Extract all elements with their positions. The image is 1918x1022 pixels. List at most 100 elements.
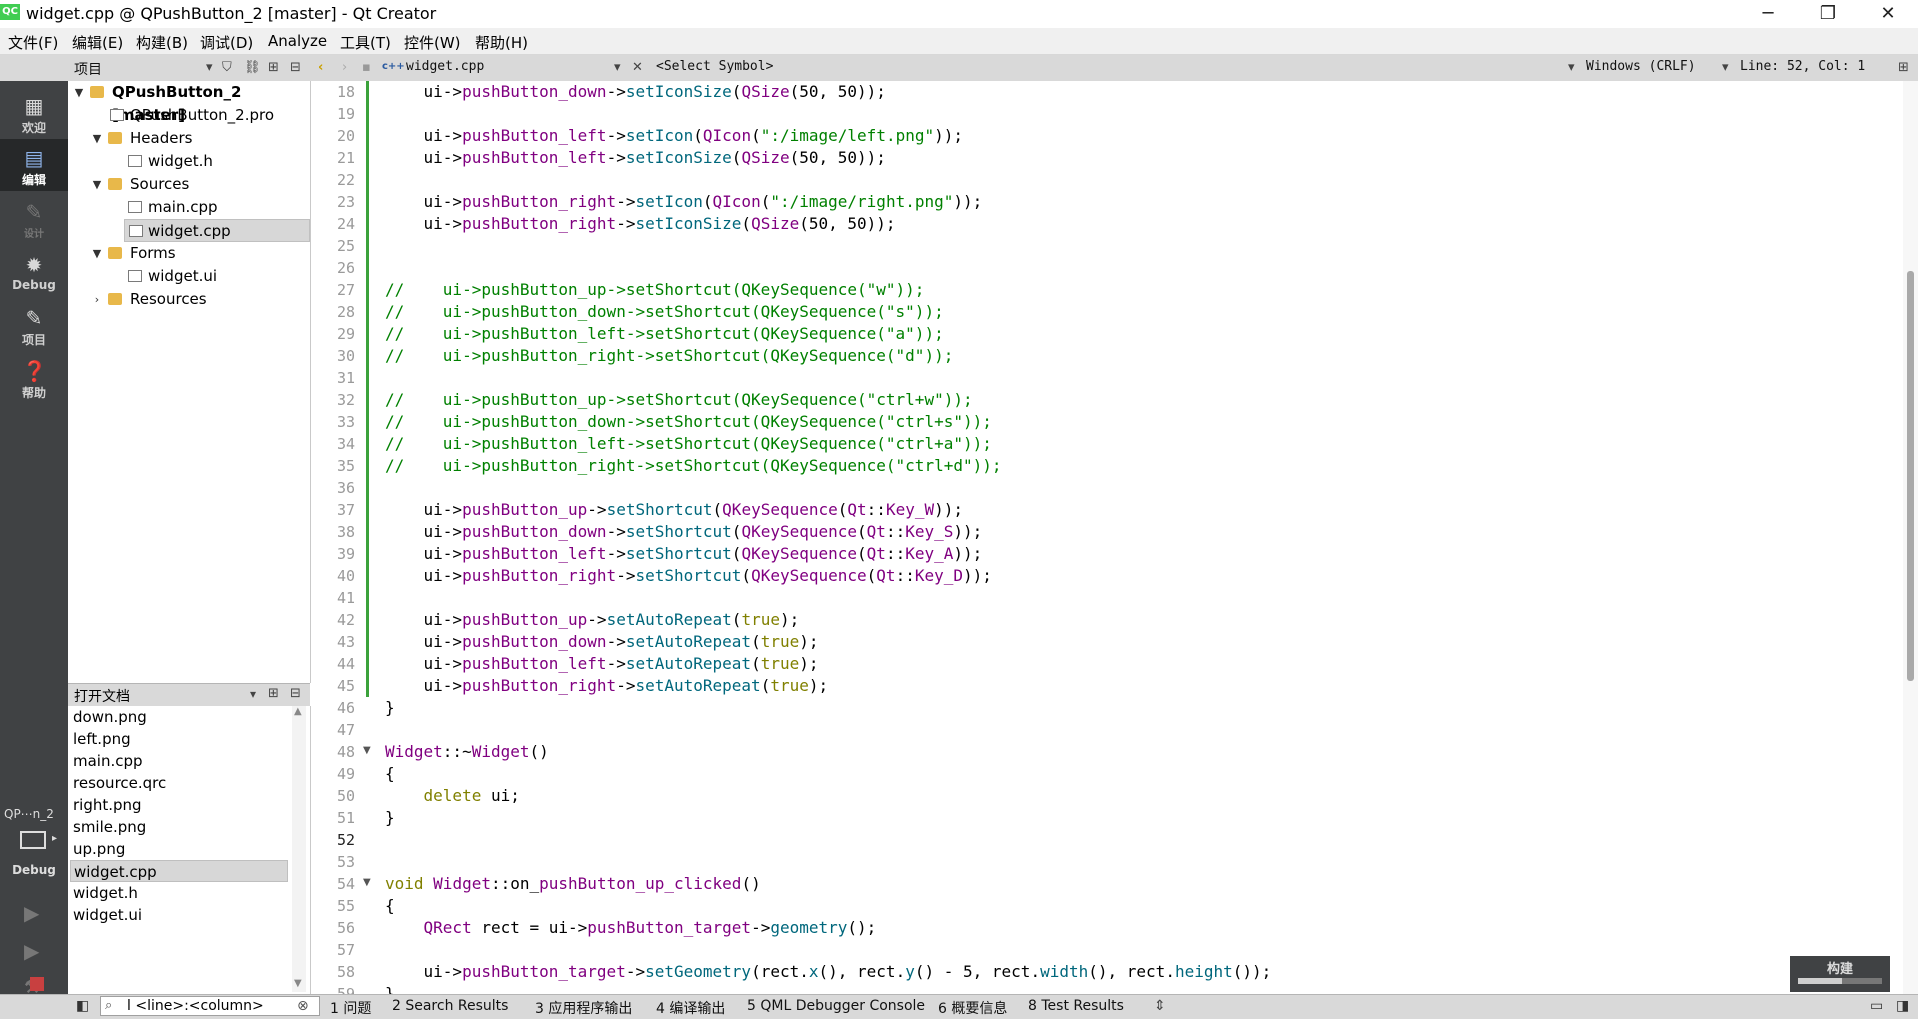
split-editor-icon[interactable]: ⊞ — [1898, 60, 1909, 75]
stop-icon[interactable] — [30, 977, 44, 991]
code-line[interactable]: } — [385, 983, 395, 994]
open-doc-item[interactable]: main.cpp — [70, 750, 288, 772]
close-pane-icon[interactable]: ⊟ — [290, 686, 301, 701]
minimize-button[interactable]: ─ — [1740, 0, 1796, 28]
menu-analyze[interactable]: Analyze — [268, 32, 327, 50]
open-doc-item[interactable]: widget.ui — [70, 904, 288, 926]
code-line[interactable]: // ui->pushButton_left->setShortcut(QKey… — [385, 433, 992, 455]
filter-icon[interactable]: ⛉ — [222, 60, 232, 75]
run-icon[interactable]: ▶ — [24, 901, 39, 925]
tab-search-results[interactable]: 2 Search Results — [392, 998, 508, 1014]
line-ending-combo[interactable]: Windows (CRLF) — [1586, 59, 1696, 74]
encoding-dropdown-icon[interactable]: ▾ — [1722, 60, 1729, 75]
project-view-selector[interactable]: 项目 — [74, 59, 102, 79]
close-button[interactable]: ✕ — [1860, 0, 1916, 28]
tab-compile-output[interactable]: 4 编译输出 — [656, 998, 725, 1018]
code-line[interactable]: ui->pushButton_right->setShortcut(QKeySe… — [385, 565, 992, 587]
tree-item-forms[interactable]: ▼ Forms — [68, 242, 310, 265]
code-line[interactable]: QRect rect = ui->pushButton_target->geom… — [385, 917, 877, 939]
menu-file[interactable]: 文件(F) — [8, 32, 58, 53]
tab-qml-debugger-console[interactable]: 5 QML Debugger Console — [747, 998, 925, 1014]
code-line[interactable]: ui->pushButton_down->setShortcut(QKeySeq… — [385, 521, 983, 543]
progress-details-icon[interactable]: ▭ — [1870, 998, 1883, 1014]
menu-controls[interactable]: 控件(W) — [404, 32, 461, 53]
open-doc-item[interactable]: smile.png — [70, 816, 288, 838]
menu-build[interactable]: 构建(B) — [136, 32, 188, 53]
menu-edit[interactable]: 编辑(E) — [72, 32, 123, 53]
fold-marker-icon[interactable]: ▼ — [363, 877, 371, 888]
code-line[interactable]: ui->pushButton_target->setGeometry(rect.… — [385, 961, 1272, 983]
code-line[interactable]: delete ui; — [385, 785, 520, 807]
tree-item-widget-h[interactable]: widget.h — [68, 150, 310, 173]
code-editor[interactable]: ui->pushButton_down->setIconSize(QSize(5… — [371, 81, 1903, 994]
code-line[interactable]: { — [385, 895, 395, 917]
editor-vertical-scrollbar[interactable] — [1903, 81, 1918, 994]
expand-arrow-icon[interactable]: ▼ — [72, 81, 86, 104]
tab-issues[interactable]: 1 问题 — [330, 998, 371, 1018]
code-line[interactable]: // ui->pushButton_left->setShortcut(QKey… — [385, 323, 944, 345]
split-icon[interactable]: ⊞ — [268, 686, 279, 701]
tree-item-widget-ui[interactable]: widget.ui — [68, 265, 310, 288]
fold-marker-icon[interactable]: ▼ — [363, 745, 371, 756]
forward-icon[interactable]: › — [342, 60, 347, 75]
open-doc-item[interactable]: down.png — [70, 706, 288, 728]
mode-design[interactable]: ✎ 设计 — [0, 193, 68, 245]
kit-dropdown-icon[interactable]: ▸ — [52, 833, 57, 844]
tree-item-headers[interactable]: ▼ Headers — [68, 127, 310, 150]
code-line[interactable]: // ui->pushButton_down->setShortcut(QKey… — [385, 411, 992, 433]
monitor-icon[interactable] — [20, 831, 46, 849]
tree-item-resources[interactable]: › Resources — [68, 288, 310, 311]
close-pane-icon[interactable]: ⊟ — [290, 60, 301, 75]
tab-application-output[interactable]: 3 应用程序输出 — [535, 998, 632, 1018]
code-line[interactable]: // ui->pushButton_up->setShortcut(QKeySe… — [385, 389, 973, 411]
mode-debug[interactable]: ✹ Debug — [0, 246, 68, 298]
code-line[interactable]: // ui->pushButton_down->setShortcut(QKey… — [385, 301, 944, 323]
code-line[interactable]: { — [385, 763, 395, 785]
code-line[interactable]: ui->pushButton_left->setIconSize(QSize(5… — [385, 147, 886, 169]
code-line[interactable]: ui->pushButton_up->setAutoRepeat(true); — [385, 609, 800, 631]
code-line[interactable]: ui->pushButton_down->setIconSize(QSize(5… — [385, 81, 886, 103]
tree-item-pro-file[interactable]: QPushButton_2.pro — [68, 104, 310, 127]
code-line[interactable]: } — [385, 807, 395, 829]
code-line[interactable]: ui->pushButton_right->setIconSize(QSize(… — [385, 213, 896, 235]
expand-arrow-icon[interactable]: › — [90, 288, 104, 311]
debug-run-icon[interactable]: ▶ — [24, 939, 39, 963]
toggle-sidebar-icon[interactable]: ◧ — [76, 998, 89, 1014]
tree-item-main-cpp[interactable]: main.cpp — [68, 196, 310, 219]
kit-name[interactable]: QP⋯n_2 — [4, 807, 54, 821]
scroll-down-icon[interactable]: ▼ — [294, 978, 302, 989]
code-line[interactable]: Widget::~Widget() — [385, 741, 549, 763]
code-line[interactable]: ui->pushButton_right->setIcon(QIcon(":/i… — [385, 191, 983, 213]
mode-edit[interactable]: ▤ 编辑 — [0, 139, 68, 191]
output-panes-more-icon[interactable]: ⇕ — [1154, 998, 1166, 1014]
tree-item-sources[interactable]: ▼ Sources — [68, 173, 310, 196]
tree-item-widget-cpp[interactable]: widget.cpp — [124, 219, 310, 242]
toggle-right-sidebar-icon[interactable]: ◨ — [1896, 998, 1909, 1014]
back-icon[interactable]: ‹ — [318, 60, 323, 75]
mode-projects[interactable]: ✎ 项目 — [0, 299, 68, 351]
maximize-button[interactable]: ❐ — [1800, 0, 1856, 28]
tab-test-results[interactable]: 8 Test Results — [1028, 998, 1124, 1014]
code-line[interactable]: } — [385, 697, 395, 719]
docs-scrollbar[interactable]: ▲ ▼ — [292, 706, 306, 992]
tree-item-project[interactable]: ▼ QPushButton_2 [master] — [68, 81, 310, 124]
open-doc-item[interactable]: widget.h — [70, 882, 288, 904]
code-line[interactable]: // ui->pushButton_right->setShortcut(QKe… — [385, 455, 1002, 477]
locator-input[interactable]: ⌕ l <line>:<column> ⊗ — [100, 996, 320, 1016]
clear-icon[interactable]: ⊗ — [297, 998, 309, 1014]
expand-arrow-icon[interactable]: ▼ — [90, 173, 104, 196]
code-line[interactable]: ui->pushButton_up->setShortcut(QKeySeque… — [385, 499, 963, 521]
code-line[interactable]: ui->pushButton_down->setAutoRepeat(true)… — [385, 631, 819, 653]
menu-help[interactable]: 帮助(H) — [475, 32, 528, 53]
expand-arrow-icon[interactable]: ▼ — [90, 127, 104, 150]
open-doc-item[interactable]: left.png — [70, 728, 288, 750]
link-icon[interactable]: ⛓ — [244, 60, 261, 75]
symbol-combo[interactable]: <Select Symbol> — [656, 59, 773, 74]
tab-general-messages[interactable]: 6 概要信息 — [938, 998, 1007, 1018]
code-line[interactable]: ui->pushButton_right->setAutoRepeat(true… — [385, 675, 829, 697]
open-doc-item[interactable]: resource.qrc — [70, 772, 288, 794]
scroll-up-icon[interactable]: ▲ — [294, 706, 302, 717]
mode-welcome[interactable]: ▦ 欢迎 — [0, 87, 68, 139]
mode-help[interactable]: ❓ 帮助 — [0, 352, 68, 404]
docs-dropdown-icon[interactable]: ▾ — [250, 687, 256, 701]
